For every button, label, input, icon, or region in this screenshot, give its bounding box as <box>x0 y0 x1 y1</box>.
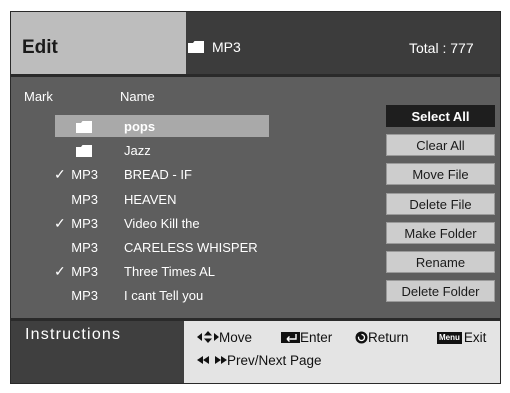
file-name: BREAD - IF <box>124 167 192 183</box>
clear-all-button[interactable]: Clear All <box>386 134 495 157</box>
total-count: Total : 777 <box>409 40 474 56</box>
key-move: Move <box>197 330 252 345</box>
checkmark-icon[interactable]: ✓ <box>54 263 66 280</box>
instructions-label: Instructions <box>25 326 122 343</box>
make-folder-button[interactable]: Make Folder <box>386 221 495 244</box>
file-row[interactable]: MP3 HEAVEN <box>11 188 391 212</box>
file-type: MP3 <box>71 167 98 183</box>
menu-key-icon: Menu <box>437 332 462 345</box>
file-name: Three Times AL <box>124 264 216 280</box>
key-return: Return <box>355 330 409 345</box>
key-exit: Menu Exit <box>437 330 486 345</box>
move-file-button[interactable]: Move File <box>386 163 495 186</box>
file-name: Jazz <box>124 143 151 159</box>
folder-icon <box>76 121 92 133</box>
page-title: Edit <box>22 37 58 58</box>
file-name: CARELESS WHISPER <box>124 240 258 255</box>
page-arrows-icon <box>197 356 227 364</box>
rename-button[interactable]: Rename <box>386 251 495 273</box>
file-row[interactable]: MP3 CARELESS WHISPER <box>11 236 391 260</box>
file-type: MP3 <box>71 215 98 231</box>
file-type: MP3 <box>71 191 98 207</box>
arrow-keys-icon <box>197 331 219 343</box>
key-page: Prev/Next Page <box>197 353 322 368</box>
key-enter-label: Enter <box>300 330 333 345</box>
folder-icon <box>188 41 204 53</box>
file-row[interactable]: ✓ MP3 Three Times AL <box>11 260 391 284</box>
key-exit-label: Exit <box>463 330 487 345</box>
select-all-button[interactable]: Select All <box>386 105 495 127</box>
file-name: pops <box>124 119 156 134</box>
column-header-name: Name <box>120 89 155 104</box>
folder-icon <box>76 145 92 158</box>
file-row[interactable]: ✓ MP3 BREAD - IF <box>11 163 391 187</box>
file-name: Video Kill the <box>124 215 200 231</box>
checkmark-icon[interactable]: ✓ <box>54 215 66 232</box>
file-row[interactable]: MP3 I cant Tell you <box>11 284 391 308</box>
folder-row[interactable]: Jazz <box>11 139 391 163</box>
delete-folder-button[interactable]: Delete Folder <box>386 280 495 303</box>
file-name: I cant Tell you <box>124 288 204 304</box>
checkmark-icon[interactable]: ✓ <box>54 166 66 183</box>
file-type: MP3 <box>71 288 98 304</box>
key-move-label: Move <box>219 330 253 345</box>
folder-row[interactable]: pops <box>11 115 391 139</box>
key-return-label: Return <box>368 330 409 345</box>
file-type: MP3 <box>71 240 98 255</box>
file-name: HEAVEN <box>124 191 177 207</box>
delete-file-button[interactable]: Delete File <box>386 192 495 215</box>
key-enter: Enter <box>281 330 332 345</box>
current-folder-name: MP3 <box>212 39 241 55</box>
enter-key-icon <box>281 332 300 343</box>
return-key-icon <box>355 331 368 344</box>
file-type: MP3 <box>71 264 98 280</box>
file-row[interactable]: ✓ MP3 Video Kill the <box>11 212 391 236</box>
column-header-mark: Mark <box>24 89 53 104</box>
key-page-label: Prev/Next Page <box>227 353 322 368</box>
